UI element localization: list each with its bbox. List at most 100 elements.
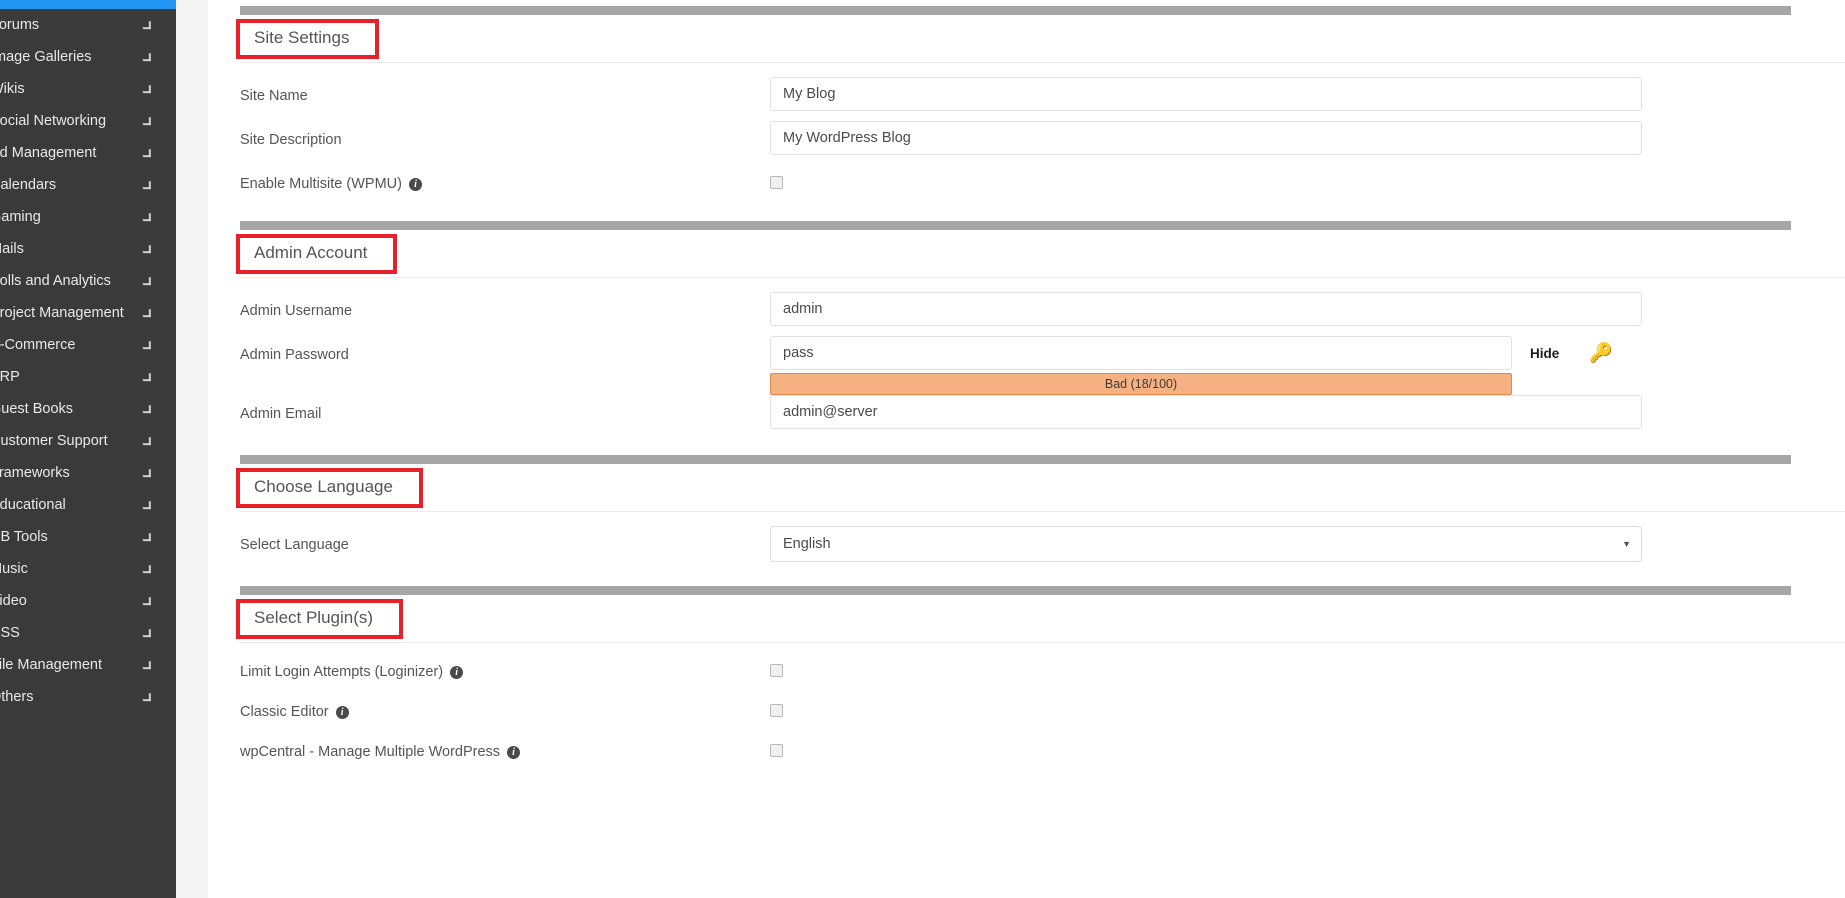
- plugin-classic-editor-checkbox[interactable]: [770, 704, 783, 717]
- sidebar-item-educational[interactable]: Educational: [0, 489, 176, 521]
- sidebar-item-label: Others: [0, 681, 34, 713]
- section-divider-select-plugins: [240, 586, 1791, 595]
- sidebar-item-e-commerce[interactable]: E-Commerce: [0, 329, 176, 361]
- sidebar-item-ad-management[interactable]: Ad Management: [0, 137, 176, 169]
- chevron-right-icon: [143, 213, 151, 221]
- page-title-site-settings: Site Settings: [254, 28, 349, 47]
- choose-language-fields: Select Language English ▼: [208, 512, 1845, 586]
- sidebar-list: Forums Image Galleries Wikis Social Netw…: [0, 9, 176, 713]
- sidebar-item-polls-and-analytics[interactable]: Polls and Analytics: [0, 265, 176, 297]
- site-name-input[interactable]: [770, 77, 1642, 111]
- chevron-right-icon: [143, 373, 151, 381]
- chevron-right-icon: [143, 693, 151, 701]
- sidebar-item-db-tools[interactable]: DB Tools: [0, 521, 176, 553]
- sidebar-item-video[interactable]: Video: [0, 585, 176, 617]
- plugin-classic-editor-label-wrap: Classic Editor i: [240, 697, 770, 720]
- language-select[interactable]: English: [770, 526, 1642, 562]
- admin-username-field-wrap: [770, 292, 1845, 326]
- generate-password-key-icon[interactable]: 🔑: [1589, 344, 1613, 363]
- row-admin-username: Admin Username: [240, 292, 1845, 336]
- sidebar-item-file-management[interactable]: File Management: [0, 649, 176, 681]
- sidebar-item-gaming[interactable]: Gaming: [0, 201, 176, 233]
- section-header-site-settings: Site Settings: [240, 15, 1845, 63]
- sidebar-item-label: Forums: [0, 9, 39, 41]
- row-site-description: Site Description: [240, 121, 1845, 165]
- select-language-field-wrap: English ▼: [770, 526, 1845, 562]
- chevron-right-icon: [143, 501, 151, 509]
- site-description-input[interactable]: [770, 121, 1642, 155]
- section-header-select-plugins: Select Plugin(s): [240, 595, 1845, 643]
- sidebar-item-label: Mails: [0, 233, 24, 265]
- sidebar-item-guest-books[interactable]: Guest Books: [0, 393, 176, 425]
- section-header-choose-language: Choose Language: [240, 464, 1845, 512]
- plugin-wpcentral-field-wrap: [770, 737, 1845, 757]
- row-select-language: Select Language English ▼: [240, 526, 1845, 570]
- sidebar-item-label: Customer Support: [0, 425, 108, 457]
- sidebar-item-mails[interactable]: Mails: [0, 233, 176, 265]
- row-plugin-loginizer: Limit Login Attempts (Loginizer) i: [240, 657, 1845, 697]
- page-title-select-plugins: Select Plugin(s): [254, 608, 373, 627]
- sidebar-content-gutter: [176, 0, 208, 898]
- info-icon[interactable]: i: [507, 746, 520, 759]
- info-icon[interactable]: i: [336, 706, 349, 719]
- admin-username-input[interactable]: [770, 292, 1642, 326]
- sidebar-item-rss[interactable]: RSS: [0, 617, 176, 649]
- row-plugin-wpcentral: wpCentral - Manage Multiple WordPress i: [240, 737, 1845, 777]
- row-enable-multisite: Enable Multisite (WPMU) i: [240, 165, 1845, 205]
- row-plugin-classic-editor: Classic Editor i: [240, 697, 1845, 737]
- sidebar-item-label: Educational: [0, 489, 66, 521]
- password-strength-bar: Bad (18/100): [770, 373, 1512, 395]
- enable-multisite-field-wrap: [770, 165, 1845, 189]
- section-divider-site-settings: [240, 6, 1791, 15]
- site-name-label: Site Name: [240, 77, 770, 104]
- chevron-right-icon: [143, 533, 151, 541]
- sidebar-item-label: Gaming: [0, 201, 41, 233]
- sidebar-item-label: DB Tools: [0, 521, 48, 553]
- sidebar-item-label: Project Management: [0, 297, 124, 329]
- site-description-label: Site Description: [240, 121, 770, 148]
- sidebar-item-others[interactable]: Others: [0, 681, 176, 713]
- sidebar-item-calendars[interactable]: Calendars: [0, 169, 176, 201]
- sidebar-item-music[interactable]: Music: [0, 553, 176, 585]
- chevron-right-icon: [143, 341, 151, 349]
- sidebar-item-image-galleries[interactable]: Image Galleries: [0, 41, 176, 73]
- admin-email-label: Admin Email: [240, 395, 770, 422]
- plugin-wpcentral-checkbox[interactable]: [770, 744, 783, 757]
- sidebar-item-label: Music: [0, 553, 28, 585]
- sidebar-item-wikis[interactable]: Wikis: [0, 73, 176, 105]
- chevron-right-icon: [143, 469, 151, 477]
- select-language-label: Select Language: [240, 526, 770, 553]
- sidebar-accent-bar: [0, 0, 176, 9]
- admin-email-input[interactable]: [770, 395, 1642, 429]
- install-form-panel: Site Settings Site Name Site Description: [208, 0, 1845, 898]
- chevron-right-icon: [143, 405, 151, 413]
- admin-password-input[interactable]: [770, 336, 1512, 370]
- highlight-box-choose-language: Choose Language: [236, 468, 423, 508]
- sidebar-item-label: Wikis: [0, 73, 25, 105]
- sidebar-item-label: E-Commerce: [0, 329, 75, 361]
- plugin-loginizer-field-wrap: [770, 657, 1845, 677]
- sidebar-item-label: Polls and Analytics: [0, 265, 111, 297]
- chevron-right-icon: [143, 149, 151, 157]
- sidebar-item-label: File Management: [0, 649, 102, 681]
- chevron-right-icon: [143, 21, 151, 29]
- sidebar-item-erp[interactable]: ERP: [0, 361, 176, 393]
- chevron-right-icon: [143, 309, 151, 317]
- sidebar-item-forums[interactable]: Forums: [0, 9, 176, 41]
- enable-multisite-checkbox[interactable]: [770, 176, 783, 189]
- sidebar-item-project-management[interactable]: Project Management: [0, 297, 176, 329]
- sidebar-item-label: Social Networking: [0, 105, 106, 137]
- info-icon[interactable]: i: [409, 178, 422, 191]
- info-icon[interactable]: i: [450, 666, 463, 679]
- sidebar-item-frameworks[interactable]: Frameworks: [0, 457, 176, 489]
- section-divider-admin-account: [240, 221, 1791, 230]
- sidebar-item-customer-support[interactable]: Customer Support: [0, 425, 176, 457]
- plugin-loginizer-checkbox[interactable]: [770, 664, 783, 677]
- sidebar-item-label: Image Galleries: [0, 41, 92, 73]
- sidebar-item-label: ERP: [0, 361, 20, 393]
- chevron-right-icon: [143, 277, 151, 285]
- section-header-admin-account: Admin Account: [240, 230, 1845, 278]
- enable-multisite-label-wrap: Enable Multisite (WPMU) i: [240, 165, 770, 192]
- toggle-password-visibility-button[interactable]: Hide: [1530, 346, 1559, 361]
- sidebar-item-social-networking[interactable]: Social Networking: [0, 105, 176, 137]
